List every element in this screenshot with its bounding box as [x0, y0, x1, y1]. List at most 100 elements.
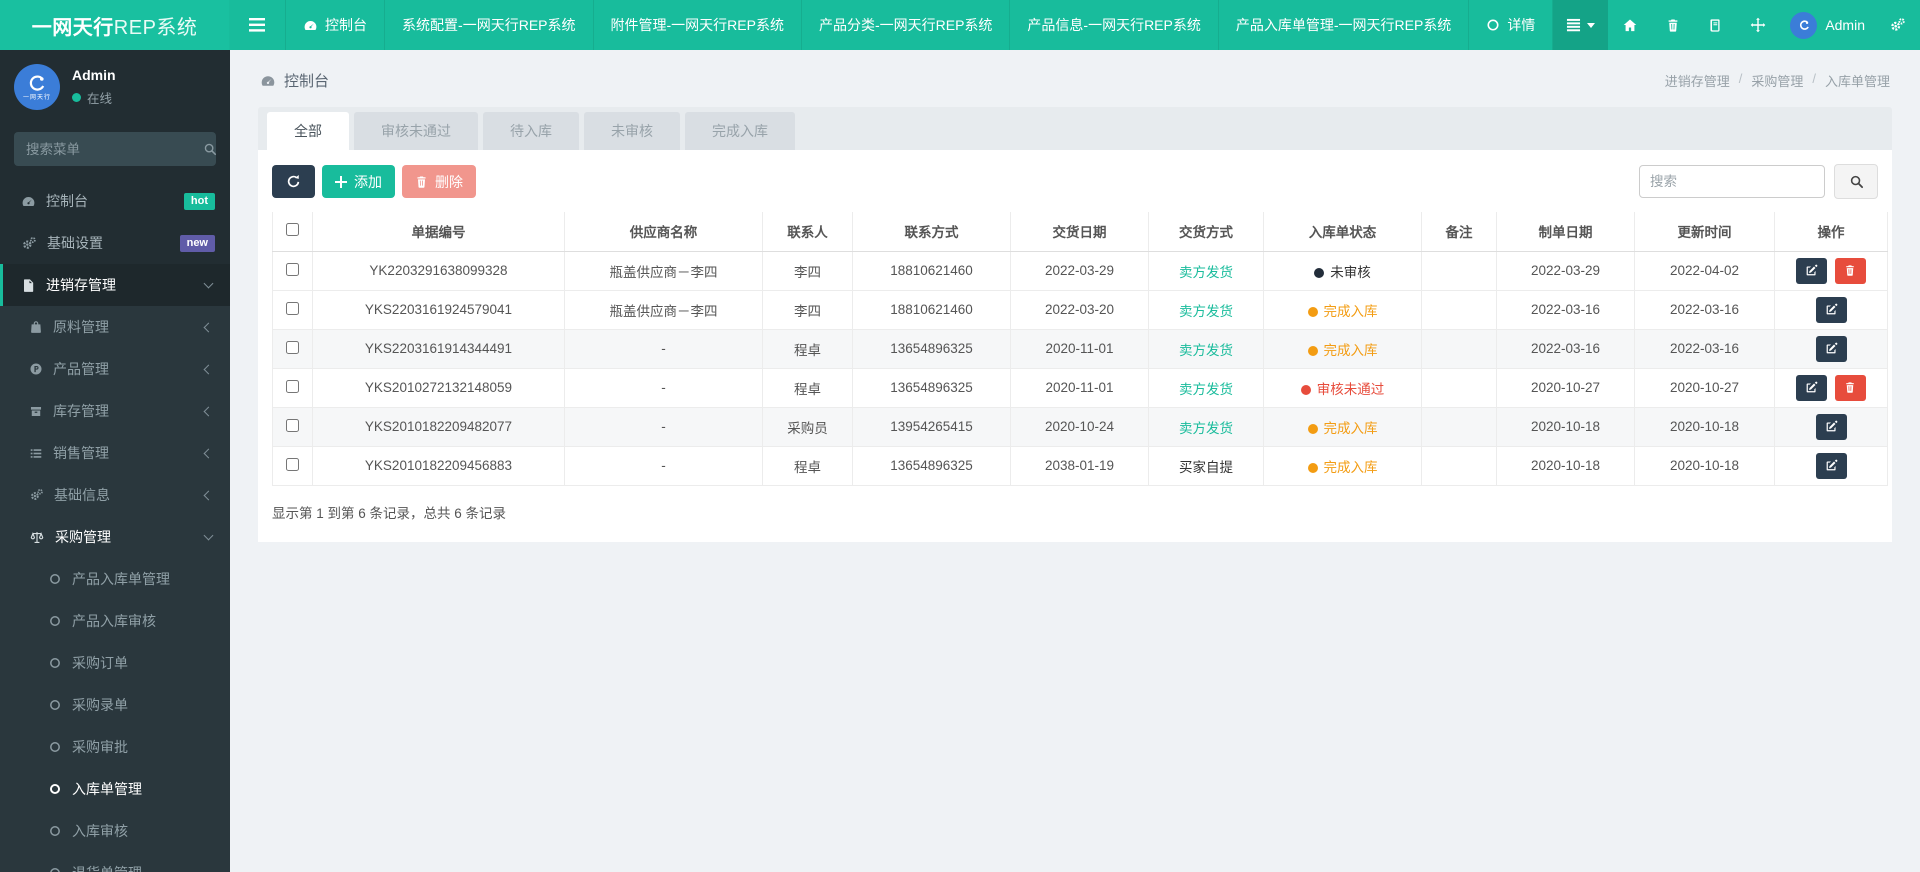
sidebar-item-return-order-mgmt[interactable]: 退货单管理 — [0, 852, 230, 872]
col-header-update-date[interactable]: 更新时间 — [1634, 212, 1775, 252]
dashboard-icon — [303, 18, 318, 33]
row-checkbox[interactable] — [286, 262, 299, 276]
nav-item-system-config[interactable]: 系统配置-一网天行REP系统 — [384, 0, 592, 50]
cell-supplier: 瓶盖供应商－李四 — [564, 289, 763, 330]
add-button[interactable]: 添加 — [322, 165, 395, 198]
chevron-down-icon — [203, 530, 214, 540]
breadcrumb-item[interactable]: 采购管理 — [1751, 71, 1803, 90]
col-header-phone[interactable]: 联系方式 — [852, 212, 1011, 252]
trash-icon-button[interactable] — [1652, 0, 1694, 50]
edit-icon — [1825, 342, 1838, 355]
cell-phone: 18810621460 — [852, 250, 1011, 291]
col-header-remark[interactable]: 备注 — [1421, 212, 1497, 252]
row-edit-button[interactable] — [1815, 413, 1847, 440]
sidebar-item-stock-mgmt[interactable]: 库存管理 — [0, 390, 230, 432]
sidebar-item-label: 进销存管理 — [46, 277, 116, 293]
select-all-checkbox[interactable] — [286, 223, 299, 237]
dashboard-icon — [260, 73, 276, 89]
nav-item-details[interactable]: 详情 — [1468, 0, 1554, 50]
delete-button[interactable]: 删除 — [402, 165, 476, 198]
tab-pending-inbound[interactable]: 待入库 — [483, 112, 579, 150]
sidebar-toggle-button[interactable] — [229, 0, 285, 50]
sidebar-item-inbound-review[interactable]: 入库审核 — [0, 810, 230, 852]
sidebar-item-purchase-entry[interactable]: 采购录单 — [0, 684, 230, 726]
col-header-status[interactable]: 入库单状态 — [1263, 212, 1422, 252]
cell-remark — [1421, 328, 1497, 369]
nav-item-dashboard[interactable]: 控制台 — [285, 0, 384, 50]
gears-icon — [29, 488, 44, 502]
col-header-create-date[interactable]: 制单日期 — [1496, 212, 1635, 252]
edit-icon — [1825, 459, 1838, 472]
user-name: Admin — [1825, 17, 1865, 33]
row-checkbox[interactable] — [286, 340, 299, 354]
tab-all[interactable]: 全部 — [267, 112, 349, 150]
sidebar-search-input[interactable] — [26, 141, 203, 157]
avatar-emblem-text: 一网天行 — [22, 94, 51, 101]
log-icon-button[interactable] — [1694, 0, 1736, 50]
gears-icon — [21, 236, 37, 251]
breadcrumb-item[interactable]: 进销存管理 — [1665, 71, 1730, 90]
top-navbar: 一网天行 REP系统 控制台 系统配置-一网天行REP系统 附件管理-一网天行RE… — [0, 0, 1920, 50]
home-icon-button[interactable] — [1608, 0, 1652, 50]
nav-item-product-category[interactable]: 产品分类-一网天行REP系统 — [800, 0, 1009, 50]
tabs-dropdown-button[interactable] — [1553, 0, 1609, 50]
refresh-button[interactable] — [272, 165, 315, 198]
brand-logo[interactable]: 一网天行 REP系统 — [0, 0, 230, 50]
circle-o-icon — [49, 867, 61, 872]
top-nav-tabs: 控制台 系统配置-一网天行REP系统 附件管理-一网天行REP系统 产品分类-一… — [285, 0, 1554, 50]
user-menu[interactable]: Admin — [1780, 0, 1875, 50]
nav-item-product-inbound-mgmt[interactable]: 产品入库单管理-一网天行REP系统 — [1217, 0, 1468, 50]
sidebar-item-sales-mgmt[interactable]: 销售管理 — [0, 432, 230, 474]
log-book-icon — [1708, 18, 1722, 33]
col-header-delivery-date[interactable]: 交货日期 — [1010, 212, 1149, 252]
breadcrumb-separator: / — [1812, 71, 1816, 86]
arrows-move-icon — [1750, 17, 1766, 33]
row-delete-button[interactable] — [1834, 374, 1866, 401]
cell-supplier: - — [564, 367, 763, 408]
col-header-delivery-method[interactable]: 交货方式 — [1148, 212, 1264, 252]
row-edit-button[interactable] — [1815, 452, 1847, 479]
sidebar-item-inbound-order-mgmt[interactable]: 入库单管理 — [0, 768, 230, 810]
row-checkbox[interactable] — [286, 418, 299, 432]
search-icon — [203, 142, 217, 156]
table-search-button[interactable] — [1834, 164, 1878, 199]
sidebar-item-inventory-mgmt[interactable]: 进销存管理 — [0, 264, 230, 306]
sidebar-item-purchase-order[interactable]: 采购订单 — [0, 642, 230, 684]
tab-review-rejected[interactable]: 审核未通过 — [354, 112, 478, 150]
breadcrumb-item-current: 入库单管理 — [1824, 74, 1890, 89]
row-checkbox[interactable] — [286, 379, 299, 393]
col-header-order-no[interactable]: 单据编号 — [312, 212, 565, 252]
sidebar-item-material-mgmt[interactable]: 原料管理 — [0, 306, 230, 348]
sidebar-item-basic-info[interactable]: 基础信息 — [0, 474, 230, 516]
row-edit-button[interactable] — [1796, 257, 1828, 284]
sidebar-item-dashboard[interactable]: 控制台 hot — [0, 180, 230, 222]
nav-item-attachment-mgmt[interactable]: 附件管理-一网天行REP系统 — [592, 0, 801, 50]
row-checkbox[interactable] — [286, 301, 299, 315]
row-edit-button[interactable] — [1815, 335, 1847, 362]
nav-item-product-info[interactable]: 产品信息-一网天行REP系统 — [1009, 0, 1217, 50]
sidebar-item-product-inbound-order-mgmt[interactable]: 产品入库单管理 — [0, 558, 230, 600]
cell-remark — [1421, 250, 1497, 291]
chevron-left-icon — [203, 490, 214, 500]
row-edit-button[interactable] — [1815, 296, 1847, 323]
col-header-contact[interactable]: 联系人 — [762, 212, 853, 252]
settings-icon-button[interactable] — [1875, 0, 1920, 50]
sidebar-item-basic-settings[interactable]: 基础设置 new — [0, 222, 230, 264]
edit-icon — [1805, 264, 1818, 277]
col-header-supplier[interactable]: 供应商名称 — [564, 212, 763, 252]
cell-update-date: 2020-10-18 — [1634, 445, 1775, 486]
row-edit-button[interactable] — [1796, 374, 1828, 401]
row-checkbox[interactable] — [286, 457, 299, 471]
sidebar-item-product-mgmt[interactable]: 产品管理 — [0, 348, 230, 390]
table-search-input[interactable] — [1639, 165, 1825, 198]
sidebar-item-purchase-mgmt[interactable]: 采购管理 — [0, 516, 230, 558]
row-delete-button[interactable] — [1834, 257, 1866, 284]
sidebar-item-purchase-approval[interactable]: 采购审批 — [0, 726, 230, 768]
tab-inbound-complete[interactable]: 完成入库 — [685, 112, 795, 150]
trash-icon — [1844, 264, 1856, 277]
cell-remark — [1421, 289, 1497, 330]
fullscreen-icon-button[interactable] — [1736, 0, 1780, 50]
sidebar-item-product-inbound-review[interactable]: 产品入库审核 — [0, 600, 230, 642]
tab-unreviewed[interactable]: 未审核 — [584, 112, 680, 150]
chevron-left-icon — [203, 448, 214, 458]
